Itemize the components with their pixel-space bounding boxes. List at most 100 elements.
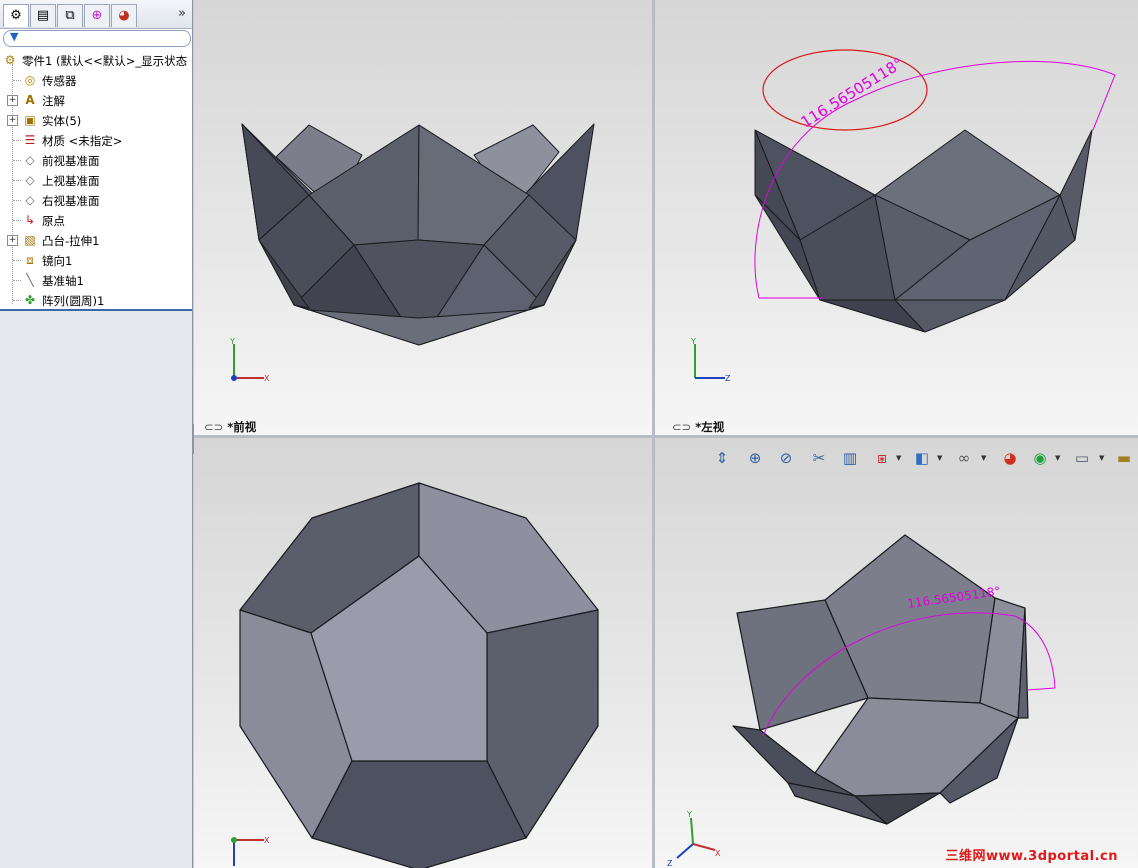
- tree-item-label: 材质 <未指定>: [42, 134, 123, 148]
- view-orientation-button[interactable]: ⧆: [870, 446, 894, 470]
- tree-item-boss-extrude[interactable]: + ▧ 凸台-拉伸1: [0, 230, 192, 250]
- viewport-splitter-horizontal[interactable]: [194, 435, 1138, 438]
- boss-extrude-icon: ▧: [24, 233, 36, 247]
- sensor-icon: ◎: [24, 73, 36, 87]
- configuration-manager-tab[interactable]: ⧉: [57, 4, 83, 27]
- annotation-icon: A: [25, 93, 35, 107]
- material-icon: ☰: [24, 133, 36, 147]
- viewport-splitter-vertical[interactable]: [652, 0, 655, 868]
- apply-scene-button[interactable]: ◉: [1028, 446, 1052, 470]
- triad-z-label: Z: [667, 859, 673, 868]
- apply-scene-icon: ◉: [1033, 449, 1047, 467]
- feature-manager-tab[interactable]: ⚙: [3, 4, 29, 27]
- plane-icon: ◇: [25, 153, 35, 167]
- manager-tab-bar: ⚙ ▤ ⧉ ⊕ ◕ »: [0, 0, 192, 29]
- apply-scene-dropdown[interactable]: ▼: [1055, 454, 1060, 462]
- tree-item-origin[interactable]: ↳ 原点: [0, 210, 192, 230]
- tree-item-sensors[interactable]: ◎ 传感器: [0, 70, 192, 90]
- dynamic-annotation-icon: ▥: [842, 449, 858, 467]
- link-views-icon: ⊂⊃: [672, 420, 692, 434]
- viewport-isometric[interactable]: 116.56505118° Y X Z: [655, 438, 1138, 868]
- triad-x-label: X: [264, 374, 270, 383]
- filter-icon: ▼: [10, 30, 19, 43]
- view-orientation-icon: ⧆: [877, 449, 887, 467]
- axis-triad-front: Y X: [229, 337, 270, 383]
- axis-triad-isometric: Y X Z: [667, 810, 721, 868]
- circular-pattern-icon: ✤: [24, 293, 36, 307]
- expand-toggle[interactable]: +: [7, 115, 18, 126]
- tree-item-label: 阵列(圆周)1: [42, 294, 105, 308]
- tree-item-solid-bodies[interactable]: + ▣ 实体(5): [0, 110, 192, 130]
- tree-item-label: 基准轴1: [42, 274, 84, 288]
- view-settings-dropdown[interactable]: ▼: [1099, 454, 1104, 462]
- viewport-left[interactable]: 116.56505118° Y Z ⊂⊃ *左视: [655, 0, 1138, 435]
- axis-triad-top: X Z: [231, 836, 270, 866]
- edit-appearance-icon: ◕: [1003, 449, 1017, 467]
- zoom-to-fit-button[interactable]: ⇕: [710, 446, 734, 470]
- angle-dimension-text[interactable]: 116.56505118°: [798, 54, 907, 131]
- tree-item-annotations[interactable]: + A 注解: [0, 90, 192, 110]
- tree-item-label: 前视基准面: [42, 154, 100, 168]
- previous-view-button[interactable]: ⊘: [774, 446, 798, 470]
- feature-tree-empty-area: [0, 311, 192, 868]
- hide-show-dropdown[interactable]: ▼: [981, 454, 986, 462]
- more-tools-button[interactable]: ▬: [1112, 446, 1136, 470]
- tree-item-label: 凸台-拉伸1: [42, 234, 100, 248]
- tree-item-label: 原点: [42, 214, 65, 228]
- expand-toggle[interactable]: +: [7, 95, 18, 106]
- display-manager-tab[interactable]: ◕: [111, 4, 137, 27]
- feature-manager-panel: ⚙ ▤ ⧉ ⊕ ◕ » ▼ ⚙ 零件1 (默认<<默认>_显示状态 ◎ 传感器 …: [0, 0, 193, 868]
- dimxpert-manager-tab[interactable]: ⊕: [84, 4, 110, 27]
- tree-item-label: 右视基准面: [42, 194, 100, 208]
- tree-item-label: 注解: [42, 94, 65, 108]
- tree-item-front-plane[interactable]: ◇ 前视基准面: [0, 150, 192, 170]
- plane-icon: ◇: [25, 193, 35, 207]
- triad-x-label: X: [715, 849, 721, 858]
- section-view-button[interactable]: ✂: [807, 446, 831, 470]
- previous-view-icon: ⊘: [779, 449, 793, 467]
- tree-item-circular-pattern[interactable]: ✤ 阵列(圆周)1: [0, 290, 192, 310]
- tree-item-label: 传感器: [42, 74, 77, 88]
- property-manager-icon: ▤: [36, 8, 50, 23]
- view-settings-icon: ▭: [1074, 449, 1090, 467]
- property-manager-tab[interactable]: ▤: [30, 4, 56, 27]
- edit-appearance-button[interactable]: ◕: [998, 446, 1022, 470]
- viewport-top[interactable]: X Z: [194, 438, 652, 868]
- display-style-dropdown[interactable]: ▼: [937, 454, 942, 462]
- display-style-button[interactable]: ◧: [910, 446, 934, 470]
- tree-item-right-plane[interactable]: ◇ 右视基准面: [0, 190, 192, 210]
- watermark-text: 三维网www.3dportal.cn: [945, 849, 1118, 864]
- top-view-model: [239, 482, 599, 868]
- tree-item-label: 实体(5): [42, 114, 82, 128]
- hide-show-items-icon: ∞: [957, 449, 971, 467]
- tree-item-mirror[interactable]: ⧈ 镜向1: [0, 250, 192, 270]
- plane-icon: ◇: [25, 173, 35, 187]
- tree-root-part[interactable]: ⚙ 零件1 (默认<<默认>_显示状态: [0, 50, 192, 70]
- view-settings-button[interactable]: ▭: [1070, 446, 1094, 470]
- viewport-label-front: ⊂⊃ *前视: [204, 420, 257, 434]
- expand-tabs-button[interactable]: »: [178, 6, 186, 21]
- feature-manager-icon: ⚙: [10, 8, 22, 23]
- tree-item-axis[interactable]: ╲ 基准轴1: [0, 270, 192, 290]
- expand-toggle[interactable]: +: [7, 235, 18, 246]
- hide-show-items-button[interactable]: ∞: [952, 446, 976, 470]
- triad-x-label: X: [264, 836, 270, 845]
- more-icon: ▬: [1116, 449, 1132, 467]
- display-manager-icon: ◕: [118, 8, 130, 23]
- triad-y-label: Y: [686, 810, 692, 819]
- solid-bodies-icon: ▣: [24, 113, 36, 127]
- dynamic-annotation-button[interactable]: ▥: [838, 446, 862, 470]
- display-style-icon: ◧: [914, 449, 930, 467]
- zoom-to-fit-icon: ⇕: [715, 449, 729, 467]
- axis-triad-left: Y Z: [690, 337, 731, 383]
- feature-filter-input[interactable]: ▼: [3, 30, 191, 47]
- view-orientation-dropdown[interactable]: ▼: [896, 454, 901, 462]
- tree-item-material[interactable]: ☰ 材质 <未指定>: [0, 130, 192, 150]
- part-icon: ⚙: [4, 53, 16, 67]
- tree-item-label: 镜向1: [42, 254, 73, 268]
- triad-z-label: Z: [725, 374, 731, 383]
- viewport-front[interactable]: Y X ⊂⊃ *前视: [194, 0, 652, 435]
- tree-root-label: 零件1 (默认<<默认>_显示状态: [22, 54, 188, 68]
- tree-item-top-plane[interactable]: ◇ 上视基准面: [0, 170, 192, 190]
- zoom-to-area-button[interactable]: ⊕: [743, 446, 767, 470]
